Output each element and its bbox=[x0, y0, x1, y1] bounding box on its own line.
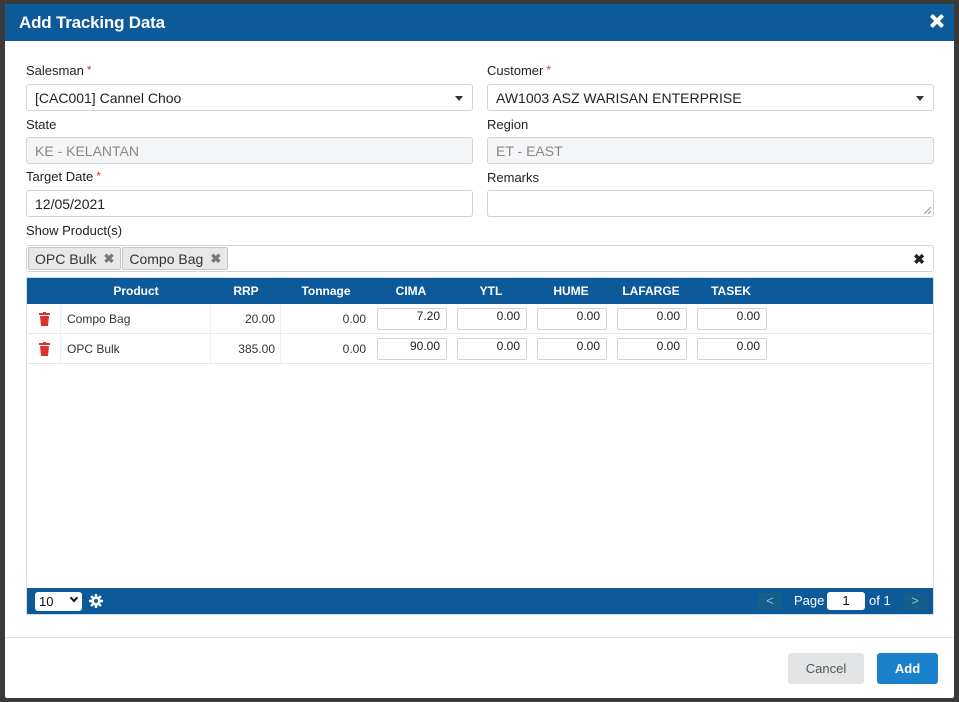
product-cell: OPC Bulk bbox=[61, 334, 211, 364]
hume-input[interactable]: 0.00 bbox=[537, 308, 607, 330]
tasek-input[interactable]: 0.00 bbox=[697, 338, 767, 360]
state-field: KE - KELANTAN bbox=[26, 137, 473, 164]
hume-input[interactable]: 0.00 bbox=[537, 338, 607, 360]
remarks-textarea[interactable] bbox=[487, 190, 934, 217]
remove-tag-icon[interactable]: ✖ bbox=[210, 251, 221, 267]
target-date-value: 12/05/2021 bbox=[35, 195, 106, 212]
product-multiselect[interactable]: OPC Bulk ✖ Compo Bag ✖ ✖ bbox=[26, 245, 934, 272]
column-header-ytl[interactable]: YTL bbox=[451, 278, 531, 304]
clear-all-icon[interactable]: ✖ bbox=[913, 251, 925, 268]
next-page-button[interactable]: > bbox=[903, 593, 927, 610]
required-marker: * bbox=[546, 63, 552, 77]
lafarge-input[interactable]: 0.00 bbox=[617, 338, 687, 360]
dialog-footer: Cancel Add bbox=[5, 637, 954, 698]
region-label: Region bbox=[487, 117, 529, 132]
add-tracking-dialog: Add Tracking Data Salesman * [CAC001] Can… bbox=[5, 4, 954, 698]
customer-value: AW1003 ASZ WARISAN ENTERPRISE bbox=[496, 89, 742, 106]
delete-cell bbox=[27, 334, 61, 364]
table-row: Compo Bag 20.00 0.00 7.20 0.00 0.00 0.00… bbox=[27, 304, 933, 334]
column-header-product[interactable]: Product bbox=[61, 278, 211, 304]
page-size-value: 10 bbox=[39, 594, 54, 609]
target-date-input[interactable]: 12/05/2021 bbox=[26, 190, 473, 217]
gear-icon[interactable] bbox=[89, 594, 103, 608]
page-number-input[interactable]: 1 bbox=[827, 592, 865, 610]
page-label: Page bbox=[794, 593, 825, 608]
state-label: State bbox=[26, 117, 57, 132]
dialog-header: Add Tracking Data bbox=[5, 4, 954, 41]
trash-icon[interactable] bbox=[39, 342, 50, 356]
salesman-value: [CAC001] Cannel Choo bbox=[35, 89, 182, 106]
trash-icon[interactable] bbox=[39, 312, 50, 326]
chevron-down-icon bbox=[69, 593, 79, 603]
product-tag: Compo Bag ✖ bbox=[122, 247, 229, 270]
delete-cell bbox=[27, 304, 61, 334]
tasek-input[interactable]: 0.00 bbox=[697, 308, 767, 330]
region-field: ET - EAST bbox=[487, 137, 934, 164]
remarks-label: Remarks bbox=[487, 170, 540, 185]
tonnage-cell: 0.00 bbox=[342, 342, 366, 356]
remove-tag-icon[interactable]: ✖ bbox=[103, 251, 114, 267]
grid-header: Product RRP Tonnage CIMA YTL HUME LAFARG… bbox=[27, 278, 933, 304]
column-header-tonnage[interactable]: Tonnage bbox=[281, 278, 371, 304]
close-icon[interactable] bbox=[928, 12, 946, 30]
salesman-label: Salesman * bbox=[26, 63, 92, 78]
product-tag-label: Compo Bag bbox=[129, 250, 204, 267]
dropdown-caret-icon bbox=[916, 96, 924, 101]
product-grid: Product RRP Tonnage CIMA YTL HUME LAFARG… bbox=[26, 277, 934, 615]
target-date-label: Target Date * bbox=[26, 169, 101, 184]
salesman-select[interactable]: [CAC001] Cannel Choo bbox=[26, 84, 473, 111]
ytl-input[interactable]: 0.00 bbox=[457, 308, 527, 330]
show-products-label: Show Product(s) bbox=[26, 223, 123, 238]
cima-input[interactable]: 7.20 bbox=[377, 308, 447, 330]
dropdown-caret-icon bbox=[455, 96, 463, 101]
product-tag-label: OPC Bulk bbox=[35, 250, 97, 267]
page-size-select[interactable]: 10 bbox=[35, 592, 82, 611]
cima-input[interactable]: 90.00 bbox=[377, 338, 447, 360]
tonnage-cell: 0.00 bbox=[342, 312, 366, 326]
add-button[interactable]: Add bbox=[877, 653, 938, 684]
ytl-input[interactable]: 0.00 bbox=[457, 338, 527, 360]
cancel-button[interactable]: Cancel bbox=[788, 653, 864, 684]
column-header-lafarge[interactable]: LAFARGE bbox=[611, 278, 691, 304]
product-cell: Compo Bag bbox=[61, 304, 211, 334]
state-value: KE - KELANTAN bbox=[35, 142, 139, 159]
column-header-hume[interactable]: HUME bbox=[531, 278, 611, 304]
column-header-cima[interactable]: CIMA bbox=[371, 278, 451, 304]
required-marker: * bbox=[96, 169, 101, 183]
dialog-title: Add Tracking Data bbox=[19, 12, 165, 32]
customer-select[interactable]: AW1003 ASZ WARISAN ENTERPRISE bbox=[487, 84, 934, 111]
product-tag: OPC Bulk ✖ bbox=[28, 247, 122, 270]
required-marker: * bbox=[86, 63, 92, 77]
prev-page-button[interactable]: < bbox=[758, 593, 782, 610]
customer-label: Customer * bbox=[487, 63, 552, 78]
page-count-label: of 1 bbox=[869, 593, 891, 608]
rrp-cell: 385.00 bbox=[211, 334, 281, 364]
column-header-rrp[interactable]: RRP bbox=[211, 278, 281, 304]
column-header-tasek[interactable]: TASEK bbox=[691, 278, 771, 304]
rrp-cell: 20.00 bbox=[211, 304, 281, 334]
region-value: ET - EAST bbox=[496, 142, 563, 159]
lafarge-input[interactable]: 0.00 bbox=[617, 308, 687, 330]
grid-pager: 10 < Page 1 of 1 > bbox=[27, 588, 933, 614]
resize-grip-icon[interactable] bbox=[924, 207, 931, 214]
table-row: OPC Bulk 385.00 0.00 90.00 0.00 0.00 0.0… bbox=[27, 334, 933, 364]
